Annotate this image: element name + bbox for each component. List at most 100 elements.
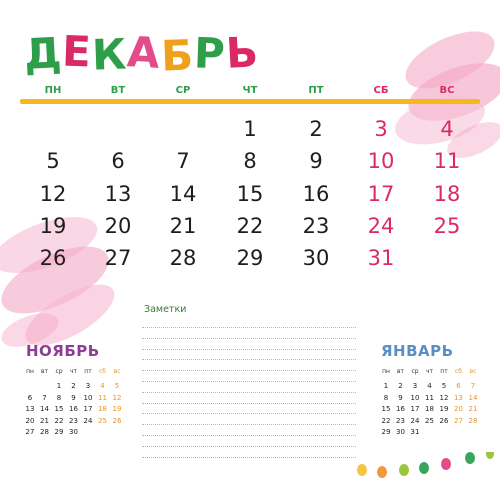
mini-day-cell: 24 bbox=[83, 416, 93, 425]
note-line bbox=[142, 391, 356, 393]
mini-day-cell: 24 bbox=[410, 416, 420, 425]
mini-weekday-label: чт bbox=[69, 368, 78, 375]
note-line bbox=[142, 424, 356, 426]
day-cell: 14 bbox=[169, 182, 197, 206]
mini-day-cell: 16 bbox=[396, 405, 405, 414]
note-line bbox=[142, 327, 356, 328]
note-line bbox=[142, 413, 356, 415]
mini-day-cell: 3 bbox=[412, 382, 418, 390]
mini-day-cell: 4 bbox=[427, 382, 432, 390]
mini-day-cell: 22 bbox=[54, 416, 64, 425]
mini-day-cell: 18 bbox=[425, 405, 434, 414]
mini-day-cell: 2 bbox=[71, 382, 76, 390]
day-cell: 26 bbox=[39, 246, 67, 270]
mini-day-cell: 21 bbox=[40, 416, 49, 425]
mini-day-cell: 13 bbox=[454, 393, 463, 402]
day-cell: 29 bbox=[236, 246, 264, 270]
mini-day-cell: 25 bbox=[425, 416, 434, 425]
mini-weekday-label: чт bbox=[425, 368, 434, 375]
calendar-page: ДЕКАБРЬ ПН ВТ СР ЧТ ПТ СБ ВС 1 2 3 4 5 6 7 8 9 10 11 12 13… bbox=[0, 0, 500, 500]
mini-day-cell: 8 bbox=[56, 393, 62, 402]
mini-day-cell: 10 bbox=[83, 393, 93, 402]
mini-day-cell: 5 bbox=[114, 382, 120, 390]
mini-day-cell: 15 bbox=[381, 405, 391, 414]
mini-day-cell: 1 bbox=[383, 382, 389, 390]
mini-day-cell: 11 bbox=[98, 393, 107, 402]
day-cell: 23 bbox=[302, 214, 330, 238]
mini-day-cell: 7 bbox=[42, 393, 47, 402]
mini-day-cell: 23 bbox=[69, 416, 78, 425]
mini-day-cell: 21 bbox=[468, 405, 478, 414]
mini-day-cell: 11 bbox=[425, 393, 434, 402]
mini-weekday-label: сб bbox=[455, 368, 462, 375]
mini-weekday-label: ср bbox=[55, 368, 63, 375]
day-cell: 9 bbox=[309, 149, 323, 173]
day-cell: 3 bbox=[374, 117, 388, 141]
day-cell: 1 bbox=[243, 117, 257, 141]
mini-day-cell: 3 bbox=[85, 382, 91, 390]
day-cell: 31 bbox=[367, 246, 395, 270]
mini-day-cell: 9 bbox=[71, 393, 76, 402]
mini-weekday-label: вт bbox=[40, 368, 49, 375]
day-cell: 20 bbox=[104, 214, 132, 238]
mini-day-cell: 10 bbox=[410, 393, 420, 402]
mini-day-cell: 9 bbox=[398, 393, 403, 402]
day-cell: 10 bbox=[367, 149, 395, 173]
day-cell: 22 bbox=[236, 214, 264, 238]
mini-day-cell: 2 bbox=[398, 382, 403, 390]
mini-day-cell: 27 bbox=[25, 428, 35, 437]
next-month-title: ЯНВАРЬ bbox=[381, 342, 454, 360]
notes-title: Заметки bbox=[144, 304, 187, 315]
note-line bbox=[142, 348, 356, 350]
mini-day-cell: 1 bbox=[56, 382, 62, 390]
day-cell: 17 bbox=[367, 182, 395, 206]
day-cell: 2 bbox=[309, 117, 323, 141]
mini-day-cell: 6 bbox=[456, 382, 461, 390]
note-line bbox=[142, 337, 356, 339]
mini-weekday-label: вс bbox=[469, 368, 477, 375]
mini-day-cell: 14 bbox=[40, 405, 49, 414]
day-cell: 8 bbox=[243, 149, 257, 173]
mini-day-cell: 26 bbox=[112, 416, 122, 425]
mini-day-cell: 29 bbox=[54, 428, 64, 437]
mini-weekday-label: сб bbox=[99, 368, 106, 375]
mini-day-cell: 17 bbox=[83, 405, 93, 414]
mini-day-cell: 30 bbox=[69, 428, 78, 437]
day-cell: 4 bbox=[440, 117, 454, 141]
day-cell: 19 bbox=[39, 214, 67, 238]
mini-weekday-label: вт bbox=[396, 368, 405, 375]
mini-day-cell: 12 bbox=[112, 393, 122, 402]
mini-day-cell: 15 bbox=[54, 405, 64, 414]
mini-day-cell: 28 bbox=[40, 428, 49, 437]
mini-day-cell: 26 bbox=[439, 416, 449, 425]
mini-day-cell: 8 bbox=[383, 393, 389, 402]
day-cell: 24 bbox=[367, 214, 395, 238]
mini-day-cell: 19 bbox=[439, 405, 449, 414]
mini-day-cell: 13 bbox=[25, 405, 35, 414]
day-cell: 7 bbox=[176, 149, 190, 173]
mini-day-cell: 27 bbox=[454, 416, 463, 425]
day-cell: 27 bbox=[104, 246, 132, 270]
day-cell: 5 bbox=[46, 149, 60, 173]
note-line bbox=[142, 370, 356, 372]
note-line bbox=[142, 359, 356, 361]
mini-weekday-label: пн bbox=[26, 368, 34, 375]
day-cell: 12 bbox=[39, 182, 67, 206]
prev-month-title: НОЯБРЬ bbox=[26, 342, 100, 360]
mini-day-cell: 16 bbox=[69, 405, 78, 414]
mini-day-cell: 31 bbox=[410, 428, 420, 437]
mini-day-cell: 6 bbox=[27, 393, 33, 402]
mini-weekday-label: пн bbox=[382, 368, 390, 375]
day-cell: 18 bbox=[433, 182, 461, 206]
mini-day-cell: 7 bbox=[470, 382, 476, 390]
day-cell: 6 bbox=[111, 149, 125, 173]
mini-day-cell: 28 bbox=[468, 416, 478, 425]
mini-day-cell: 4 bbox=[100, 382, 105, 390]
mini-day-cell: 23 bbox=[396, 416, 405, 425]
day-cell: 25 bbox=[433, 214, 461, 238]
mini-weekday-label: пт bbox=[440, 368, 448, 375]
mini-day-cell: 29 bbox=[381, 428, 391, 437]
mini-weekday-label: ср bbox=[411, 368, 419, 375]
mini-day-cell: 5 bbox=[441, 382, 447, 390]
mini-day-cell: 30 bbox=[396, 428, 405, 437]
